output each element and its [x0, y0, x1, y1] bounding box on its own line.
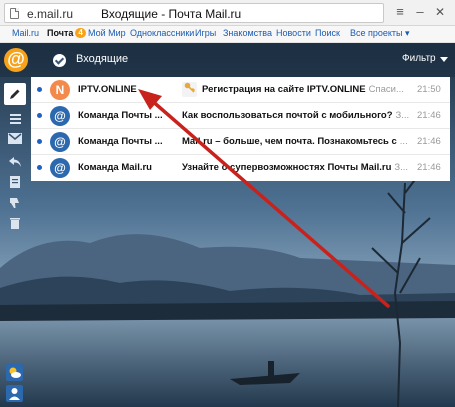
unread-indicator[interactable]: [37, 139, 42, 144]
message-time: 21:46: [417, 110, 441, 121]
unread-indicator[interactable]: [37, 87, 42, 92]
dislike-icon[interactable]: [5, 195, 25, 211]
portal-item-mail-label: Почта: [47, 28, 74, 38]
menu-lines-icon[interactable]: [5, 112, 25, 128]
portal-item-all-projects[interactable]: Все проекты ▾: [350, 28, 410, 39]
message-time: 21:46: [417, 162, 441, 173]
avatar: N: [50, 80, 70, 100]
portal-item-search[interactable]: Поиск: [315, 28, 340, 38]
inbox-icon[interactable]: [5, 131, 25, 147]
subject: Регистрация на сайте IPTV.ONLINE: [202, 84, 366, 95]
unread-indicator[interactable]: [37, 113, 42, 118]
menu-icon[interactable]: ≡: [391, 3, 409, 21]
snippet: ...: [399, 136, 408, 147]
browser-toolbar: e.mail.ru Входящие - Почта Mail.ru ≡ – ✕: [0, 0, 455, 26]
sender-name: Команда Почты ...: [78, 110, 163, 121]
document-icon[interactable]: [5, 174, 25, 190]
snippet: З...: [394, 162, 409, 173]
snippet: З...: [395, 110, 410, 121]
filter-dropdown[interactable]: Фильтр: [402, 53, 436, 64]
mail-header: @ Входящие Фильтр: [0, 43, 455, 77]
portal-item-dating[interactable]: Знакомства: [223, 28, 272, 38]
subject-line: Как воспользоваться почтой с мобильного?…: [182, 110, 412, 121]
portal-item-mail[interactable]: Почта 4: [47, 28, 86, 38]
folder-title: Входящие: [76, 53, 129, 65]
subject-line: Регистрация на сайте IPTV.ONLINE Спаси...: [202, 84, 414, 95]
subject: Mail.ru – больше, чем почта. Познакомьте…: [182, 136, 397, 147]
address-bar[interactable]: e.mail.ru Входящие - Почта Mail.ru: [4, 3, 384, 23]
subject-line: Mail.ru – больше, чем почта. Познакомьте…: [182, 136, 412, 147]
chevron-down-icon[interactable]: [440, 57, 448, 62]
page-icon: [10, 8, 19, 19]
subject: Узнайте о суперв​озможностях Почты Mail.…: [182, 162, 392, 173]
message-time: 21:46: [417, 136, 441, 147]
mailru-logo[interactable]: @: [4, 48, 28, 72]
message-time: 21:50: [417, 84, 441, 95]
sender-name: Команда Почты ...: [78, 136, 163, 147]
unread-indicator[interactable]: [37, 165, 42, 170]
message-row[interactable]: @ Команда Mail.ru Узнайте о суперв​озмож…: [31, 155, 450, 181]
page-title: Входящие - Почта Mail.ru: [101, 7, 242, 21]
subject: Как воспользоваться почтой с мобильного?: [182, 110, 393, 121]
avatar: @: [50, 106, 70, 126]
minimize-icon[interactable]: –: [411, 3, 429, 21]
message-list: N IPTV.ONLINE Регистрация на сайте IPTV.…: [31, 77, 450, 181]
close-icon[interactable]: ✕: [431, 3, 449, 21]
portal-item-news[interactable]: Новости: [276, 28, 311, 38]
portal-menu: Mail.ru Почта 4 Мой Мир Одноклассники Игр…: [0, 26, 455, 43]
delete-icon[interactable]: [5, 215, 25, 231]
unread-badge: 4: [75, 28, 86, 38]
sender-name: Команда Mail.ru: [78, 162, 152, 173]
portal-item-my-world[interactable]: Мой Мир: [88, 28, 126, 38]
sender-name: IPTV.ONLINE: [78, 84, 137, 95]
key-icon: [182, 82, 197, 97]
message-row[interactable]: N IPTV.ONLINE Регистрация на сайте IPTV.…: [31, 77, 450, 103]
weather-icon[interactable]: [6, 364, 23, 381]
portal-item-ok[interactable]: Одноклассники: [130, 28, 194, 38]
select-all-checkbox[interactable]: [53, 54, 66, 67]
subject-line: Узнайте о суперв​озможностях Почты Mail.…: [182, 162, 412, 173]
address-domain: e.mail.ru: [27, 7, 74, 21]
profile-icon[interactable]: [6, 385, 23, 402]
message-row[interactable]: @ Команда Почты ... Mail.ru – больше, че…: [31, 129, 450, 155]
portal-item-mailru[interactable]: Mail.ru: [12, 28, 39, 38]
avatar: @: [50, 132, 70, 152]
avatar: @: [50, 158, 70, 178]
compose-button[interactable]: [4, 83, 26, 105]
snippet: Спаси...: [368, 84, 404, 95]
message-row[interactable]: @ Команда Почты ... Как воспользоваться …: [31, 103, 450, 129]
reply-icon[interactable]: [5, 155, 25, 171]
portal-item-games[interactable]: Игры: [195, 28, 216, 38]
pencil-icon: [10, 89, 20, 99]
